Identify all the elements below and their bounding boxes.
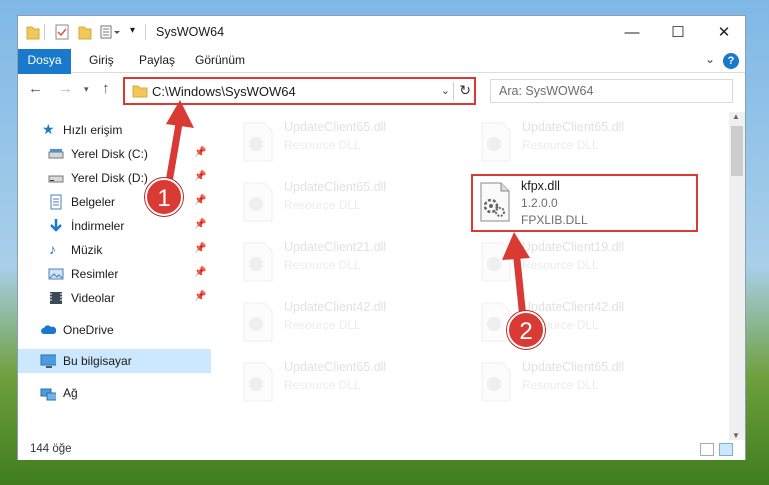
step-1-badge: 1 bbox=[145, 178, 183, 216]
annotation-arrows bbox=[164, 100, 530, 322]
arrow-2-head bbox=[502, 232, 530, 260]
arrow-1-head bbox=[166, 100, 194, 128]
step-2-badge: 2 bbox=[507, 311, 545, 349]
arrow-1 bbox=[164, 114, 184, 192]
arrow-2 bbox=[512, 246, 527, 322]
